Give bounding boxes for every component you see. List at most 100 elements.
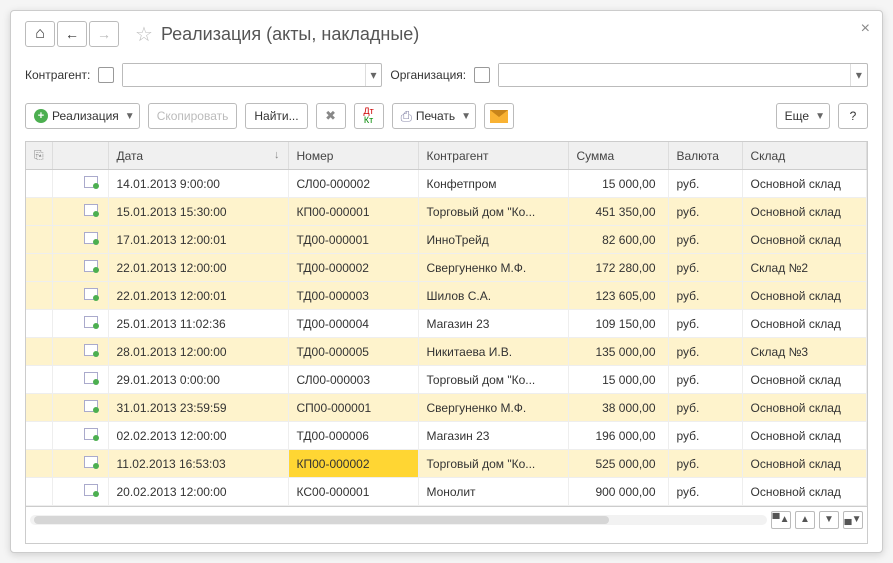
- cell-contractor: Магазин 23: [418, 310, 568, 338]
- cell-status: [52, 310, 108, 338]
- col-date[interactable]: Дата ↓: [108, 142, 288, 170]
- cell-sum: 172 280,00: [568, 254, 668, 282]
- contractor-input[interactable]: [123, 64, 364, 86]
- arrow-right-icon: →: [97, 26, 111, 42]
- col-status[interactable]: [52, 142, 108, 170]
- contractor-checkbox[interactable]: [98, 67, 114, 83]
- org-input[interactable]: [499, 64, 850, 86]
- table-row[interactable]: 22.01.2013 12:00:01 ТД00-000003 Шилов С.…: [26, 282, 867, 310]
- table-row[interactable]: 29.01.2013 0:00:00 СЛ00-000003 Торговый …: [26, 366, 867, 394]
- table-row[interactable]: 14.01.2013 9:00:00 СЛ00-000002 Конфетпро…: [26, 170, 867, 198]
- mail-button[interactable]: [484, 103, 514, 129]
- col-contractor[interactable]: Контрагент: [418, 142, 568, 170]
- cell-number: ТД00-000004: [288, 310, 418, 338]
- cell-attach: [26, 422, 52, 450]
- cell-date: 02.02.2013 12:00:00: [108, 422, 288, 450]
- home-button[interactable]: ⌂: [25, 21, 55, 47]
- cell-currency: руб.: [668, 422, 742, 450]
- table-row[interactable]: 20.02.2013 12:00:00 КС00-000001 Монолит …: [26, 478, 867, 506]
- cell-currency: руб.: [668, 478, 742, 506]
- doc-icon: [84, 288, 98, 300]
- table-row[interactable]: 31.01.2013 23:59:59 СП00-000001 Свергуне…: [26, 394, 867, 422]
- more-button[interactable]: Еще ▼: [776, 103, 830, 129]
- cell-number: КП00-000002: [288, 450, 418, 478]
- scrollbar-thumb[interactable]: [34, 516, 609, 524]
- org-combo[interactable]: ▾: [498, 63, 868, 87]
- scroll-up-button[interactable]: ▲: [795, 511, 815, 529]
- close-icon[interactable]: ×: [861, 20, 870, 38]
- cell-currency: руб.: [668, 282, 742, 310]
- table-row[interactable]: 15.01.2013 15:30:00 КП00-000001 Торговый…: [26, 198, 867, 226]
- cell-status: [52, 422, 108, 450]
- star-icon[interactable]: ☆: [135, 22, 153, 47]
- cell-number: КС00-000001: [288, 478, 418, 506]
- table-row[interactable]: 02.02.2013 12:00:00 ТД00-000006 Магазин …: [26, 422, 867, 450]
- cell-contractor: Шилов С.А.: [418, 282, 568, 310]
- cell-contractor: Торговый дом "Ко...: [418, 450, 568, 478]
- help-button[interactable]: ?: [838, 103, 868, 129]
- print-button[interactable]: ⎙ Печать ▼: [392, 103, 476, 129]
- cell-attach: [26, 478, 52, 506]
- cell-currency: руб.: [668, 198, 742, 226]
- forward-button[interactable]: →: [89, 21, 119, 47]
- contractor-combo[interactable]: ▾: [122, 63, 382, 87]
- table-row[interactable]: 17.01.2013 12:00:01 ТД00-000001 ИнноТрей…: [26, 226, 867, 254]
- copy-button[interactable]: Скопировать: [148, 103, 238, 129]
- cell-status: [52, 282, 108, 310]
- dtkt-button[interactable]: ДтКт: [354, 103, 384, 129]
- add-button[interactable]: + Реализация ▼: [25, 103, 140, 129]
- cell-attach: [26, 366, 52, 394]
- cell-warehouse: Основной склад: [742, 170, 867, 198]
- cell-contractor: Никитаева И.В.: [418, 338, 568, 366]
- cell-sum: 451 350,00: [568, 198, 668, 226]
- cell-status: [52, 226, 108, 254]
- cell-sum: 900 000,00: [568, 478, 668, 506]
- cell-date: 22.01.2013 12:00:01: [108, 282, 288, 310]
- page-title: Реализация (акты, накладные): [161, 24, 419, 45]
- cell-warehouse: Основной склад: [742, 282, 867, 310]
- clear-filter-button[interactable]: ✖: [316, 103, 346, 129]
- col-number[interactable]: Номер: [288, 142, 418, 170]
- cell-warehouse: Склад №3: [742, 338, 867, 366]
- col-currency[interactable]: Валюта: [668, 142, 742, 170]
- scroll-down-button[interactable]: ▼: [819, 511, 839, 529]
- page-title-wrap: ☆ Реализация (акты, накладные): [135, 22, 419, 47]
- doc-icon: [84, 176, 98, 188]
- table-row[interactable]: 22.01.2013 12:00:00 ТД00-000002 Свергуне…: [26, 254, 867, 282]
- scroll-bottom-button[interactable]: ▄▼: [843, 511, 863, 529]
- arrow-left-icon: ←: [65, 26, 79, 42]
- col-warehouse[interactable]: Склад: [742, 142, 867, 170]
- chevron-down-icon[interactable]: ▾: [850, 64, 867, 86]
- cell-warehouse: Склад №2: [742, 254, 867, 282]
- cell-date: 17.01.2013 12:00:01: [108, 226, 288, 254]
- paperclip-icon: ⎘: [34, 148, 44, 162]
- table-row[interactable]: 28.01.2013 12:00:00 ТД00-000005 Никитаев…: [26, 338, 867, 366]
- chevron-down-icon[interactable]: ▾: [365, 64, 382, 86]
- print-icon: ⎙: [401, 108, 412, 125]
- org-checkbox[interactable]: [474, 67, 490, 83]
- cell-attach: [26, 254, 52, 282]
- cell-status: [52, 198, 108, 226]
- print-label: Печать: [416, 109, 455, 123]
- cell-date: 25.01.2013 11:02:36: [108, 310, 288, 338]
- cell-attach: [26, 394, 52, 422]
- cell-contractor: Магазин 23: [418, 422, 568, 450]
- cell-currency: руб.: [668, 366, 742, 394]
- back-button[interactable]: ←: [57, 21, 87, 47]
- cell-status: [52, 478, 108, 506]
- cell-sum: 123 605,00: [568, 282, 668, 310]
- scroll-top-button[interactable]: ▀▲: [771, 511, 791, 529]
- col-attach[interactable]: ⎘: [26, 142, 52, 170]
- cell-attach: [26, 450, 52, 478]
- cell-attach: [26, 310, 52, 338]
- cell-date: 22.01.2013 12:00:00: [108, 254, 288, 282]
- cell-sum: 196 000,00: [568, 422, 668, 450]
- find-button[interactable]: Найти...: [245, 103, 307, 129]
- cell-currency: руб.: [668, 170, 742, 198]
- doc-icon: [84, 484, 98, 496]
- horizontal-scrollbar[interactable]: [30, 515, 767, 525]
- table-row[interactable]: 25.01.2013 11:02:36 ТД00-000004 Магазин …: [26, 310, 867, 338]
- col-sum[interactable]: Сумма: [568, 142, 668, 170]
- table-row[interactable]: 11.02.2013 16:53:03 КП00-000002 Торговый…: [26, 450, 867, 478]
- table-header-row: ⎘ Дата ↓ Номер Контрагент Сумма Валюта С…: [26, 142, 867, 170]
